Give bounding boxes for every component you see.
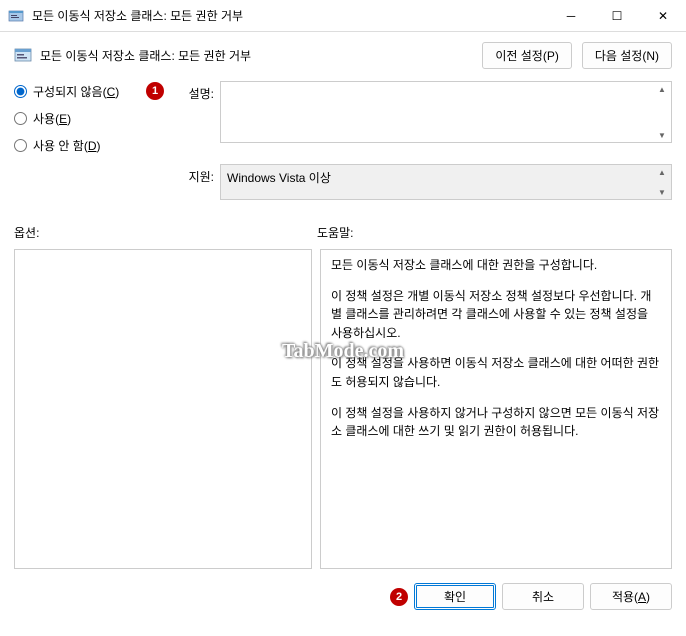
annotation-badge-1: 1 (146, 82, 164, 100)
radio-disabled-label[interactable]: 사용 안 함(D) (33, 137, 101, 154)
support-label: 지원: (168, 164, 216, 185)
cancel-button[interactable]: 취소 (502, 583, 584, 610)
maximize-button[interactable]: ☐ (594, 0, 640, 32)
app-icon (8, 8, 24, 24)
help-paragraph: 이 정책 설정을 사용하면 이동식 저장소 클래스에 대한 어떠한 권한도 허용… (331, 354, 661, 391)
options-section-label: 옵션: (14, 224, 317, 241)
window-controls: ─ ☐ ✕ (548, 0, 686, 32)
next-setting-button[interactable]: 다음 설정(N) (582, 42, 672, 69)
options-panel[interactable] (14, 249, 312, 569)
support-field: Windows Vista 이상 ▲ ▼ (220, 164, 672, 200)
help-paragraph: 이 정책 설정은 개별 이동식 저장소 정책 설정보다 우선합니다. 개별 클래… (331, 287, 661, 343)
help-panel[interactable]: 모든 이동식 저장소 클래스에 대한 권한을 구성합니다. 이 정책 설정은 개… (320, 249, 672, 569)
window-title: 모든 이동식 저장소 클래스: 모든 권한 거부 (32, 7, 548, 24)
policy-icon (14, 47, 32, 65)
radio-enabled[interactable] (14, 112, 27, 125)
help-paragraph: 모든 이동식 저장소 클래스에 대한 권한을 구성합니다. (331, 256, 661, 275)
radio-disabled[interactable] (14, 139, 27, 152)
description-field[interactable]: ▲ ▼ (220, 81, 672, 143)
radio-enabled-label[interactable]: 사용(E) (33, 110, 71, 127)
radio-not-configured-label[interactable]: 구성되지 않음(C) (33, 83, 119, 100)
radio-not-configured[interactable] (14, 85, 27, 98)
header-row: 모든 이동식 저장소 클래스: 모든 권한 거부 이전 설정(P) 다음 설정(… (0, 32, 686, 73)
scroll-up-icon[interactable]: ▲ (654, 166, 670, 178)
policy-title: 모든 이동식 저장소 클래스: 모든 권한 거부 (40, 47, 482, 64)
previous-setting-button[interactable]: 이전 설정(P) (482, 42, 572, 69)
help-paragraph: 이 정책 설정을 사용하지 않거나 구성하지 않으면 모든 이동식 저장소 클래… (331, 404, 661, 441)
minimize-button[interactable]: ─ (548, 0, 594, 32)
scroll-up-icon[interactable]: ▲ (654, 83, 670, 95)
scroll-down-icon[interactable]: ▼ (654, 129, 670, 141)
state-radio-group: 구성되지 않음(C) 1 사용(E) 사용 안 함(D) (14, 81, 164, 154)
ok-button[interactable]: 확인 (414, 583, 496, 610)
help-section-label: 도움말: (317, 224, 353, 241)
annotation-badge-2: 2 (390, 588, 408, 606)
scroll-down-icon[interactable]: ▼ (654, 186, 670, 198)
title-bar: 모든 이동식 저장소 클래스: 모든 권한 거부 ─ ☐ ✕ (0, 0, 686, 32)
description-label: 설명: (168, 81, 216, 102)
apply-button[interactable]: 적용(A) (590, 583, 672, 610)
close-button[interactable]: ✕ (640, 0, 686, 32)
